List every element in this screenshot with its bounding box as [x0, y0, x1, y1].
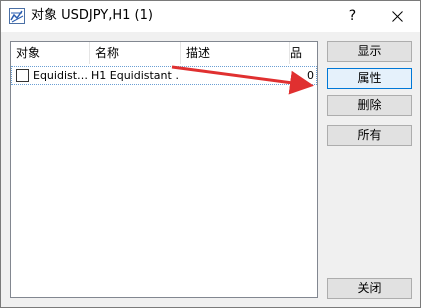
- show-button[interactable]: 显示: [327, 41, 412, 62]
- row-checkbox[interactable]: [16, 69, 29, 82]
- objects-list[interactable]: 对象 名称 描述 品 Equidist… H1 Equidistant … 0: [10, 41, 318, 298]
- window-title: 对象 USDJPY,H1 (1): [31, 8, 153, 23]
- properties-button[interactable]: 属性: [327, 68, 412, 89]
- select-all-button[interactable]: 所有: [327, 125, 412, 146]
- column-header-name[interactable]: 名称: [90, 42, 181, 64]
- delete-button[interactable]: 删除: [327, 95, 412, 116]
- cell-object: Equidist…: [33, 69, 89, 82]
- help-button[interactable]: ?: [330, 1, 375, 32]
- list-item[interactable]: Equidist… H1 Equidistant … 0: [11, 66, 317, 85]
- column-header-description[interactable]: 描述: [181, 42, 290, 64]
- window-close-button[interactable]: [375, 1, 420, 32]
- close-button[interactable]: 关闭: [327, 278, 412, 299]
- title-bar[interactable]: 对象 USDJPY,H1 (1) ?: [1, 1, 420, 32]
- close-icon: [392, 11, 403, 22]
- column-header-count[interactable]: 品: [290, 42, 317, 64]
- list-header: 对象 名称 描述 品: [11, 42, 317, 64]
- chart-objects-icon: [9, 8, 25, 24]
- cell-name: H1 Equidistant …: [91, 69, 180, 82]
- column-header-object[interactable]: 对象: [11, 42, 90, 64]
- objects-dialog: 对象 USDJPY,H1 (1) ? 对象 名称 描述 品 Equidist… …: [0, 0, 421, 308]
- cell-count: 0: [307, 69, 314, 82]
